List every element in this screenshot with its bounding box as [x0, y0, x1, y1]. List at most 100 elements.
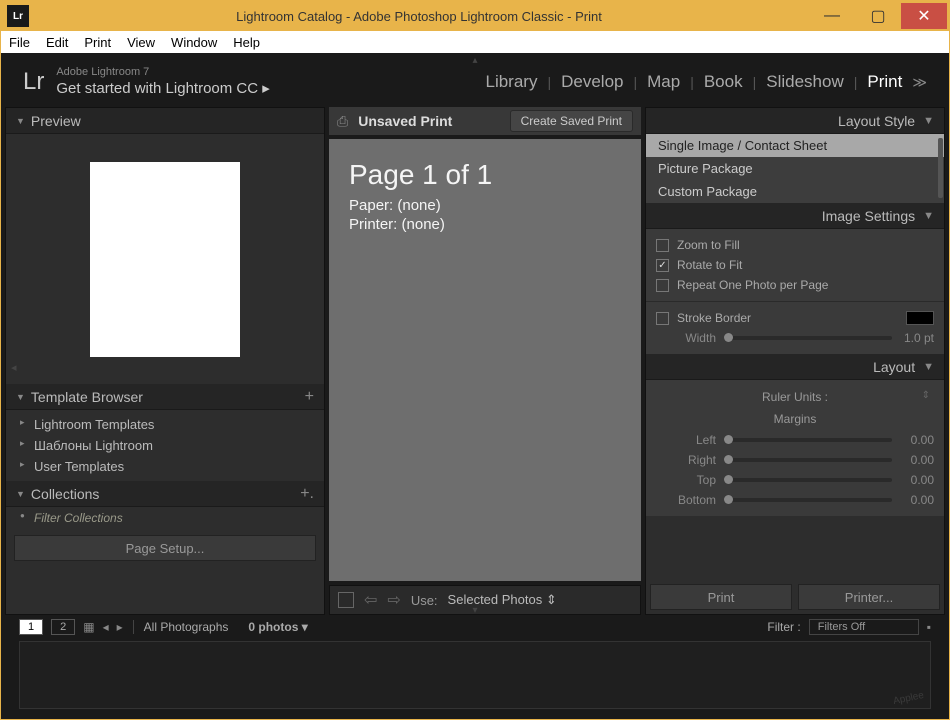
left-collapse-icon[interactable]: ◂ [11, 361, 17, 374]
repeat-photo-label: Repeat One Photo per Page [677, 278, 828, 292]
layout-style-list: Single Image / Contact Sheet Picture Pac… [646, 134, 944, 203]
use-dropdown[interactable]: Selected Photos ⇕ [448, 592, 557, 608]
brand-line2[interactable]: Get started with Lightroom CC ▸ [56, 79, 269, 99]
scrollbar-thumb[interactable] [938, 138, 943, 198]
create-saved-print-button[interactable]: Create Saved Print [510, 110, 633, 132]
prev-page-icon[interactable]: ⇦ [364, 590, 377, 610]
template-folder[interactable]: Lightroom Templates [6, 414, 324, 435]
minimize-button[interactable]: — [809, 3, 855, 29]
print-header: ⎙ Unsaved Print Create Saved Print [329, 107, 641, 135]
margin-bottom-label: Bottom [656, 493, 716, 507]
preview-area [6, 134, 324, 384]
module-slideshow[interactable]: Slideshow [766, 72, 844, 92]
image-settings-header[interactable]: Image Settings▼ [646, 203, 944, 229]
preview-header[interactable]: ▼Preview [6, 108, 324, 134]
module-map[interactable]: Map [647, 72, 680, 92]
module-develop[interactable]: Develop [561, 72, 623, 92]
module-header: Lr Adobe Lightroom 7 Get started with Li… [5, 57, 945, 107]
rotate-to-fit-label: Rotate to Fit [677, 258, 742, 272]
style-picture-package[interactable]: Picture Package [646, 157, 944, 180]
style-single-image[interactable]: Single Image / Contact Sheet [646, 134, 944, 157]
filter-dropdown[interactable]: Filters Off [809, 619, 919, 635]
style-custom-package[interactable]: Custom Package [646, 180, 944, 203]
stroke-color-swatch[interactable] [906, 311, 934, 325]
photo-count[interactable]: 0 photos ▾ [248, 620, 307, 634]
view-mode-1[interactable]: 1 [19, 619, 43, 635]
lr-logo: Lr [23, 68, 44, 96]
margin-bottom-value: 0.00 [900, 493, 934, 507]
close-button[interactable]: ✕ [901, 3, 947, 29]
zoom-to-fill-checkbox[interactable] [656, 239, 669, 252]
image-settings-body: Zoom to Fill ✓ Rotate to Fit Repeat One P… [646, 229, 944, 354]
margin-top-value: 0.00 [900, 473, 934, 487]
page-setup-button[interactable]: Page Setup... [14, 535, 316, 561]
watermark: Applee [892, 690, 925, 707]
repeat-photo-checkbox[interactable] [656, 279, 669, 292]
ruler-units-dropdown[interactable]: Ruler Units : [656, 386, 934, 408]
filmstrip[interactable]: Applee [19, 641, 931, 709]
rotate-to-fit-checkbox[interactable]: ✓ [656, 259, 669, 272]
menu-print[interactable]: Print [84, 35, 111, 50]
template-browser-header[interactable]: ▼Template Browser+ [6, 384, 324, 410]
zoom-to-fill-label: Zoom to Fill [677, 238, 740, 252]
margin-top-slider[interactable] [724, 478, 892, 482]
stroke-width-label: Width [656, 331, 716, 345]
module-print[interactable]: Print [867, 72, 902, 92]
margin-bottom-slider[interactable] [724, 498, 892, 502]
print-button[interactable]: Print [650, 584, 792, 610]
layout-label: Layout [873, 359, 915, 375]
module-book[interactable]: Book [704, 72, 743, 92]
filter-label: Filter : [767, 620, 800, 634]
margins-label: Margins [656, 408, 934, 430]
right-panel: Layout Style▼ Single Image / Contact She… [645, 107, 945, 615]
next-photo-icon[interactable]: ▸ [117, 620, 123, 634]
source-label[interactable]: All Photographs [144, 620, 229, 634]
grid-icon[interactable]: ▦ [83, 620, 94, 634]
printer-button[interactable]: Printer... [798, 584, 940, 610]
stroke-border-checkbox[interactable] [656, 312, 669, 325]
print-canvas[interactable]: Page 1 of 1 Paper: (none) Printer: (none… [329, 139, 641, 581]
margin-left-label: Left [656, 433, 716, 447]
stroke-border-label: Stroke Border [677, 311, 751, 325]
unsaved-print-label: Unsaved Print [358, 113, 452, 129]
collections-header[interactable]: ▼Collections+. [6, 481, 324, 507]
menu-view[interactable]: View [127, 35, 155, 50]
filter-lock-icon[interactable]: ▪ [927, 620, 931, 634]
template-folder[interactable]: User Templates [6, 456, 324, 477]
template-browser-label: Template Browser [31, 389, 143, 405]
paper-info: Paper: (none) [349, 197, 621, 214]
menu-window[interactable]: Window [171, 35, 217, 50]
layout-header[interactable]: Layout▼ [646, 354, 944, 380]
select-all-checkbox[interactable] [338, 592, 354, 608]
next-page-icon[interactable]: ⇨ [387, 590, 400, 610]
menu-file[interactable]: File [9, 35, 30, 50]
printer-info: Printer: (none) [349, 216, 621, 233]
template-list: Lightroom Templates Шаблоны Lightroom Us… [6, 410, 324, 481]
add-collection-icon[interactable]: +. [300, 485, 314, 503]
image-settings-label: Image Settings [822, 208, 915, 224]
margin-top-label: Top [656, 473, 716, 487]
maximize-button[interactable]: ▢ [855, 3, 901, 29]
add-template-icon[interactable]: + [305, 388, 314, 406]
menu-edit[interactable]: Edit [46, 35, 68, 50]
view-mode-2[interactable]: 2 [51, 619, 75, 635]
margin-left-slider[interactable] [724, 438, 892, 442]
filter-collections-input[interactable]: Filter Collections [6, 507, 324, 529]
brand-line1: Adobe Lightroom 7 [56, 65, 269, 79]
center-bottom-bar: ⇦ ⇨ Use: Selected Photos ⇕ [329, 585, 641, 615]
module-library[interactable]: Library [486, 72, 538, 92]
print-icon: ⎙ [337, 113, 348, 130]
layout-style-label: Layout Style [838, 113, 915, 129]
titlebar[interactable]: Lr Lightroom Catalog - Adobe Photoshop L… [1, 1, 949, 31]
module-overflow-icon[interactable]: ≫ [912, 74, 927, 91]
use-label: Use: [411, 593, 438, 608]
page-info: Page 1 of 1 [349, 159, 621, 191]
menu-help[interactable]: Help [233, 35, 260, 50]
prev-photo-icon[interactable]: ◂ [103, 620, 109, 634]
print-action-row: Print Printer... [646, 580, 944, 614]
stroke-width-slider[interactable] [724, 336, 892, 340]
preview-page [90, 162, 240, 357]
template-folder[interactable]: Шаблоны Lightroom [6, 435, 324, 456]
layout-style-header[interactable]: Layout Style▼ [646, 108, 944, 134]
margin-right-slider[interactable] [724, 458, 892, 462]
